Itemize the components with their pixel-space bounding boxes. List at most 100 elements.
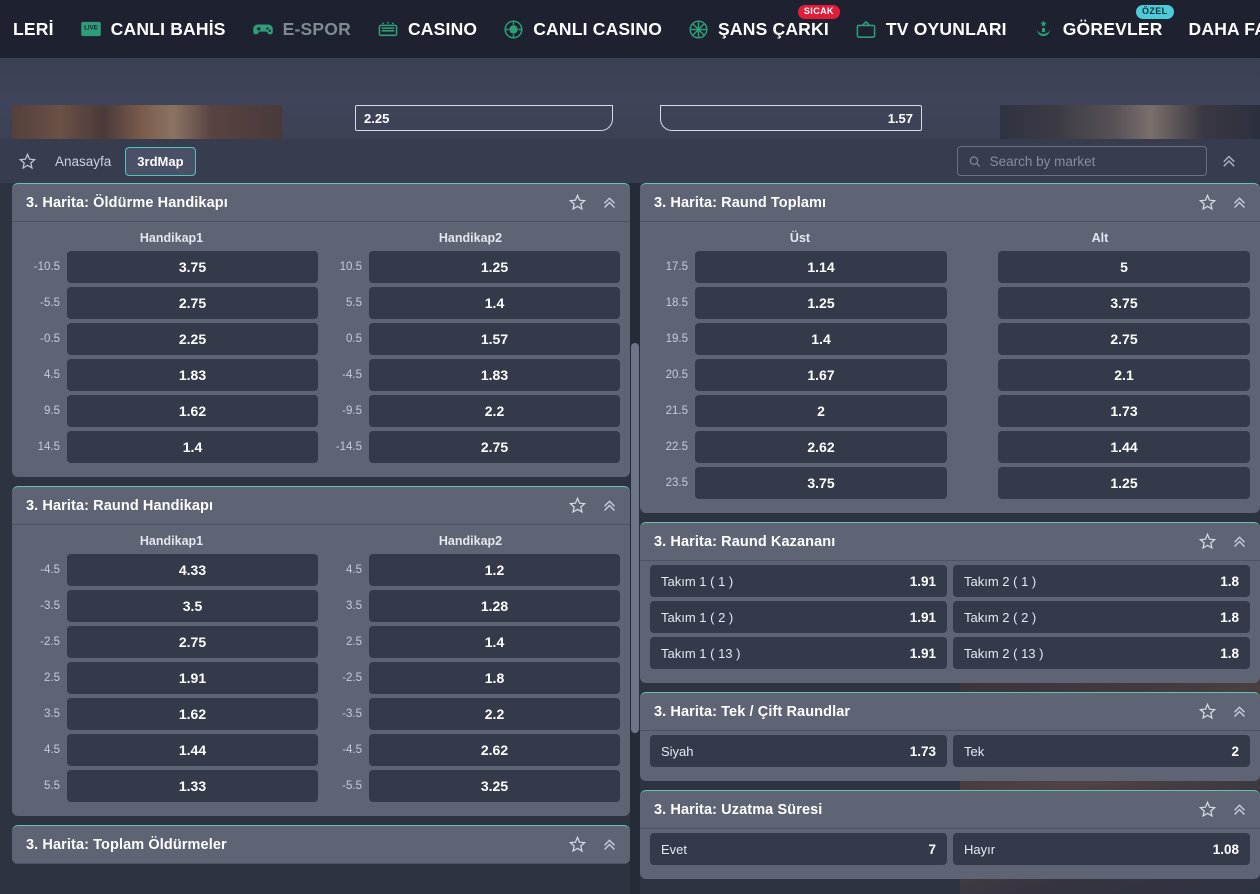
handicap-line-label: 4.5 bbox=[44, 369, 60, 381]
nav-item-canli-casino[interactable]: CANLI CASINO bbox=[490, 0, 675, 58]
banner-odd-left-button[interactable]: 2.25 bbox=[355, 105, 613, 131]
odds-button[interactable]: 2.25 bbox=[67, 323, 318, 355]
handicap-line-label: -4.5 bbox=[342, 369, 362, 381]
handicap-line-label: 21.5 bbox=[665, 405, 688, 417]
odds-button[interactable]: 1.25 bbox=[998, 467, 1250, 499]
star-icon[interactable] bbox=[1198, 800, 1217, 819]
selection-button[interactable]: Takım 1 ( 1 ) 1.91 bbox=[650, 565, 947, 597]
odds-button[interactable]: 2.62 bbox=[369, 734, 620, 766]
selection-button[interactable]: Hayır 1.08 bbox=[953, 833, 1250, 865]
chevron-double-up-icon[interactable] bbox=[1231, 801, 1248, 818]
odds-button[interactable]: 1.62 bbox=[67, 395, 318, 427]
chevron-double-up-icon[interactable] bbox=[1231, 703, 1248, 720]
chevron-double-up-icon[interactable] bbox=[601, 194, 618, 211]
odds-button[interactable]: 1.14 bbox=[695, 251, 947, 283]
odds-button[interactable]: 1.44 bbox=[67, 734, 318, 766]
odds-button[interactable]: 2.75 bbox=[67, 626, 318, 658]
market-card-header[interactable]: 3. Harita: Toplam Öldürmeler bbox=[12, 826, 630, 864]
nav-item-e-spor[interactable]: E-SPOR bbox=[239, 0, 364, 58]
nav-item-label: DAHA FAZLASI bbox=[1188, 18, 1260, 39]
banner-odd-right-button[interactable]: 1.57 bbox=[660, 105, 922, 131]
market-card-header[interactable]: 3. Harita: Öldürme Handikapı bbox=[12, 184, 630, 222]
odds-button[interactable]: 1.28 bbox=[369, 590, 620, 622]
nav-item-canli-bahi-s[interactable]: LIVE CANLI BAHİS bbox=[67, 0, 239, 58]
nav-item-daha-fazlasi[interactable]: DAHA FAZLASI bbox=[1176, 0, 1260, 58]
market-card-header[interactable]: 3. Harita: Raund Handikapı bbox=[12, 487, 630, 525]
odds-button[interactable]: 3.75 bbox=[695, 467, 947, 499]
odds-button[interactable]: 1.25 bbox=[695, 287, 947, 319]
odds-button[interactable]: 1.73 bbox=[998, 395, 1250, 427]
selection-button[interactable]: Takım 1 ( 13 ) 1.91 bbox=[650, 637, 947, 669]
odds-button[interactable]: 5 bbox=[998, 251, 1250, 283]
scrollbar-thumb[interactable] bbox=[631, 343, 639, 733]
odds-button[interactable]: 1.33 bbox=[67, 770, 318, 802]
market-row-half: 5.5 1.4 bbox=[324, 287, 620, 319]
chevron-double-up-icon[interactable] bbox=[1220, 152, 1238, 170]
chevron-double-up-icon[interactable] bbox=[1231, 194, 1248, 211]
breadcrumb-home[interactable]: Anasayfa bbox=[55, 154, 111, 169]
odds-button[interactable]: 1.67 bbox=[695, 359, 947, 391]
market-card-header[interactable]: 3. Harita: Tek / Çift Raundlar bbox=[640, 693, 1260, 731]
star-icon[interactable] bbox=[568, 835, 587, 854]
nav-item-tv-oyunlari[interactable]: TV OYUNLARI bbox=[842, 0, 1020, 58]
selection-button[interactable]: Siyah 1.73 bbox=[650, 735, 947, 767]
nav-item-leri[interactable]: LERİ bbox=[0, 0, 67, 58]
odds-button[interactable]: 1.4 bbox=[695, 323, 947, 355]
odds-button[interactable]: 4.33 bbox=[67, 554, 318, 586]
tab-3rdmap[interactable]: 3rdMap bbox=[125, 146, 196, 176]
handicap-line-label: -9.5 bbox=[342, 405, 362, 417]
selection-button[interactable]: Takım 2 ( 13 ) 1.8 bbox=[953, 637, 1250, 669]
odds-button[interactable]: 1.4 bbox=[369, 287, 620, 319]
odds-button[interactable]: 1.57 bbox=[369, 323, 620, 355]
odds-button[interactable]: 1.83 bbox=[67, 359, 318, 391]
odds-button[interactable]: 1.8 bbox=[369, 662, 620, 694]
market-card-header[interactable]: 3. Harita: Raund Toplamı bbox=[640, 184, 1260, 222]
odds-button[interactable]: 3.75 bbox=[67, 251, 318, 283]
chevron-double-up-icon[interactable] bbox=[1231, 533, 1248, 550]
nav-item-g-revler[interactable]: GÖREVLER ÖZEL bbox=[1020, 0, 1176, 58]
odds-button[interactable]: 3.5 bbox=[67, 590, 318, 622]
odds-button[interactable]: 2.2 bbox=[369, 395, 620, 427]
star-icon[interactable] bbox=[1198, 702, 1217, 721]
odds-button[interactable]: 1.4 bbox=[369, 626, 620, 658]
svg-text:LIVE: LIVE bbox=[84, 24, 98, 31]
selection-button[interactable]: Tek 2 bbox=[953, 735, 1250, 767]
chevron-double-up-icon[interactable] bbox=[601, 836, 618, 853]
star-icon[interactable] bbox=[568, 496, 587, 515]
odds-button[interactable]: 2.2 bbox=[369, 698, 620, 730]
odds-button[interactable]: 1.91 bbox=[67, 662, 318, 694]
nav-item-ans-arki[interactable]: ŞANS ÇARKI SICAK bbox=[675, 0, 842, 58]
odds-button[interactable]: 2.1 bbox=[998, 359, 1250, 391]
market-card-actions bbox=[1198, 800, 1248, 819]
odds-button[interactable]: 2.75 bbox=[369, 431, 620, 463]
odds-button[interactable]: 1.44 bbox=[998, 431, 1250, 463]
odds-button[interactable]: 3.75 bbox=[998, 287, 1250, 319]
star-icon[interactable] bbox=[18, 152, 37, 171]
star-icon[interactable] bbox=[568, 193, 587, 212]
selection-button[interactable]: Takım 1 ( 2 ) 1.91 bbox=[650, 601, 947, 633]
odds-button[interactable]: 1.25 bbox=[369, 251, 620, 283]
chevron-double-up-icon[interactable] bbox=[601, 497, 618, 514]
odds-button[interactable]: 1.62 bbox=[67, 698, 318, 730]
selection-odd: 1.91 bbox=[909, 573, 936, 589]
odds-button[interactable]: 1.4 bbox=[67, 431, 318, 463]
odds-button[interactable]: 1.83 bbox=[369, 359, 620, 391]
search-input[interactable] bbox=[989, 153, 1196, 169]
star-icon[interactable] bbox=[1198, 193, 1217, 212]
odds-button[interactable]: 3.25 bbox=[369, 770, 620, 802]
star-icon[interactable] bbox=[1198, 532, 1217, 551]
odds-button[interactable]: 2.75 bbox=[67, 287, 318, 319]
selection-button[interactable]: Takım 2 ( 2 ) 1.8 bbox=[953, 601, 1250, 633]
nav-item-casino[interactable]: CASINO bbox=[364, 0, 490, 58]
market-column-headers: Handikap1 Handikap2 bbox=[22, 226, 620, 251]
selection-button[interactable]: Evet 7 bbox=[650, 833, 947, 865]
market-card-header[interactable]: 3. Harita: Uzatma Süresi bbox=[640, 791, 1260, 829]
selection-button[interactable]: Takım 2 ( 1 ) 1.8 bbox=[953, 565, 1250, 597]
market-card-header[interactable]: 3. Harita: Raund Kazananı bbox=[640, 523, 1260, 561]
search-box[interactable] bbox=[957, 146, 1207, 176]
odds-button[interactable]: 1.2 bbox=[369, 554, 620, 586]
selection-label: Tek bbox=[964, 743, 985, 759]
odds-button[interactable]: 2.62 bbox=[695, 431, 947, 463]
odds-button[interactable]: 2.75 bbox=[998, 323, 1250, 355]
odds-button[interactable]: 2 bbox=[695, 395, 947, 427]
